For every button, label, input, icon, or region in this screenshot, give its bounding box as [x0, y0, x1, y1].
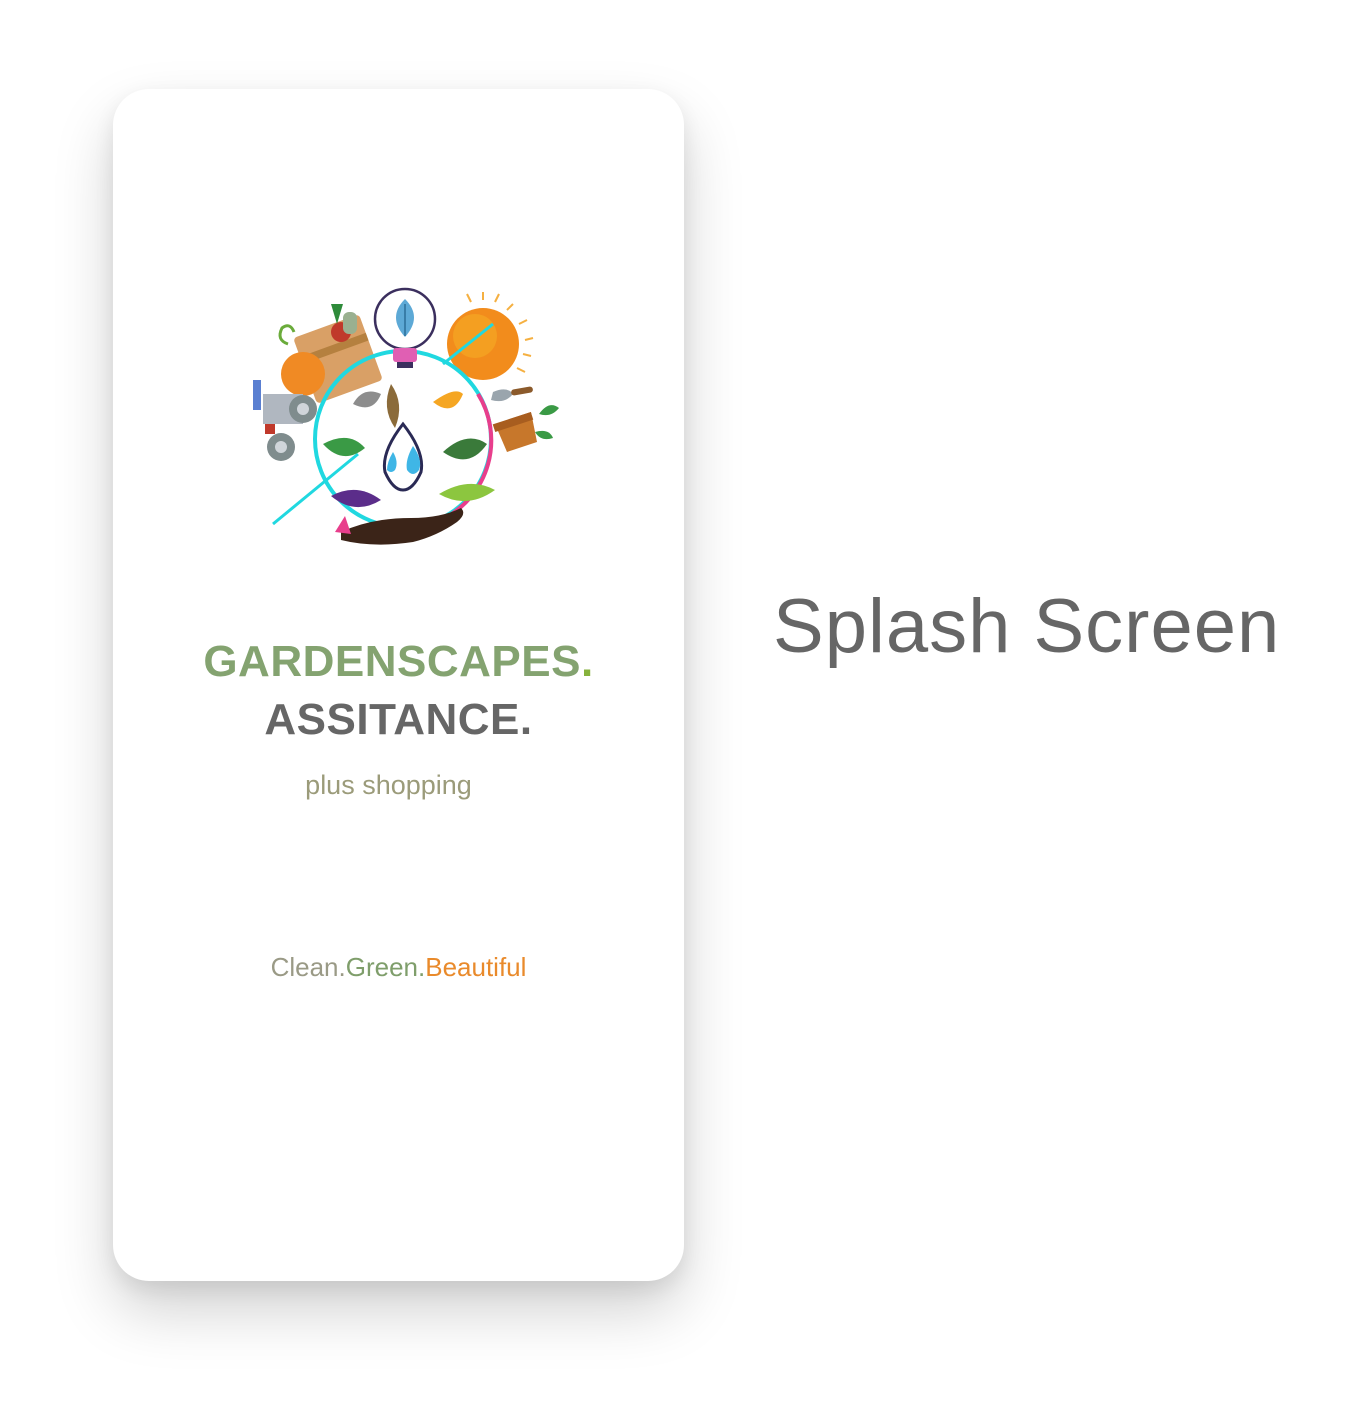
- water-drop-icon: [382, 421, 424, 492]
- phone-splash-screen: GARDENSCAPES. ASSITANCE. plus shopping C…: [113, 89, 684, 1281]
- app-title-word: GARDENSCAPES: [203, 637, 581, 686]
- garden-emblem-icon: [253, 287, 559, 545]
- flower-pot-icon: [492, 405, 559, 452]
- tagline-clean: Clean.: [270, 952, 346, 982]
- screen-caption: Splash Screen: [773, 584, 1281, 669]
- tagline-beautiful: Beautiful: [425, 952, 527, 982]
- tagline: Clean.Green.Beautiful: [113, 952, 684, 983]
- app-title-dot: .: [580, 637, 594, 686]
- canvas: GARDENSCAPES. ASSITANCE. plus shopping C…: [0, 0, 1345, 1420]
- light-bulb-icon: [373, 287, 437, 368]
- trowel-icon: [491, 386, 533, 402]
- app-subtitle: plus shopping: [305, 770, 472, 800]
- tagline-green: Green.: [345, 952, 426, 982]
- sun-icon: [447, 292, 534, 380]
- app-title-line1: GARDENSCAPES.: [113, 637, 684, 687]
- app-title-line2: ASSITANCE.: [264, 695, 533, 744]
